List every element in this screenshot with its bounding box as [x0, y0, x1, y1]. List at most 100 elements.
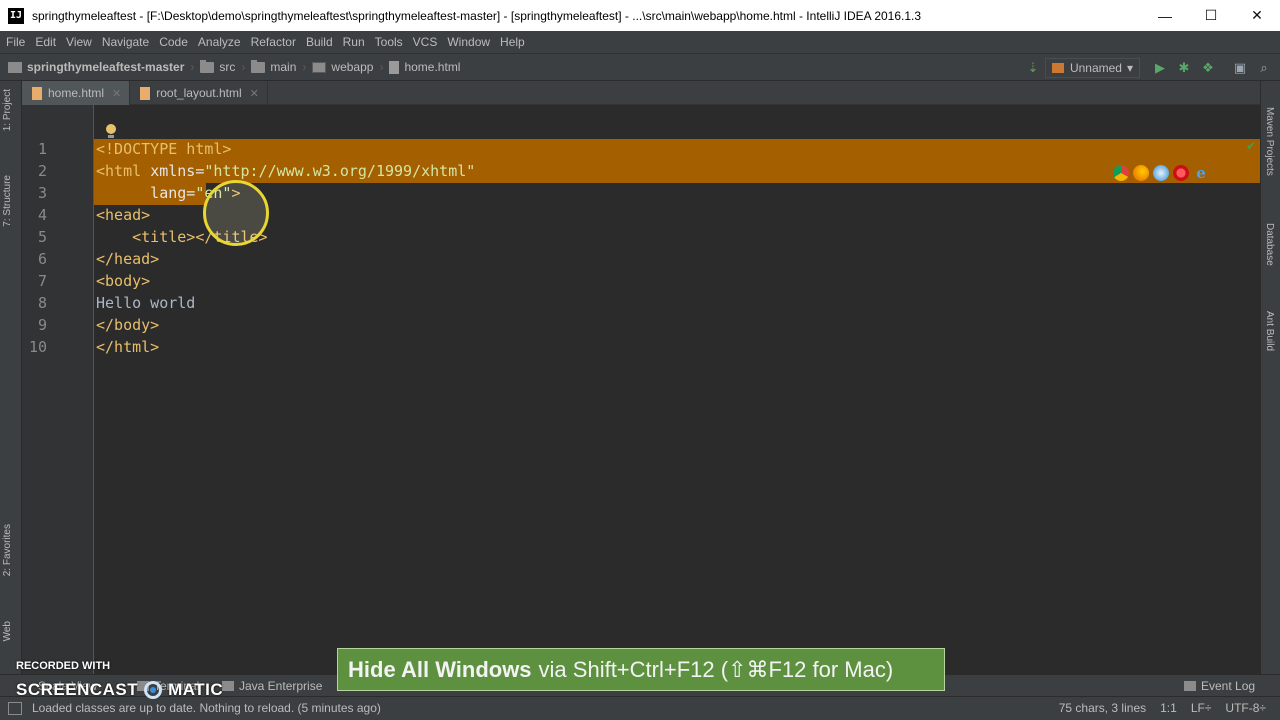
- opera-icon[interactable]: [1173, 165, 1189, 181]
- java-enterprise-icon: [222, 681, 234, 691]
- code-line-9: </body>: [96, 316, 160, 334]
- breadcrumb-separator: ›: [241, 60, 246, 74]
- run-config-select[interactable]: Unnamed ▾: [1044, 58, 1140, 78]
- html-file-icon: [140, 86, 151, 100]
- recorded-with-label: RECORDED WITH: [16, 660, 111, 672]
- chrome-icon[interactable]: [1113, 165, 1129, 181]
- safari-icon[interactable]: [1153, 165, 1169, 181]
- firefox-icon[interactable]: [1133, 165, 1149, 181]
- build-icon[interactable]: ⇣: [1021, 57, 1045, 79]
- code-line-1: <!DOCTYPE html>: [96, 140, 232, 158]
- breadcrumb-src[interactable]: src: [200, 59, 236, 74]
- menu-help[interactable]: Help: [496, 35, 529, 49]
- maximize-button[interactable]: ☐: [1188, 0, 1234, 31]
- tab-label: home.html: [48, 86, 105, 100]
- selection-info: 75 chars, 3 lines: [1058, 701, 1147, 715]
- toggle-tool-windows-icon[interactable]: [8, 702, 22, 715]
- menu-run[interactable]: Run: [339, 35, 369, 49]
- chevron-down-icon: ▾: [1126, 61, 1133, 75]
- hint-shortcut: via Shift+Ctrl+F12 (⇧⌘F12 for Mac): [538, 656, 894, 682]
- line-number: 1: [37, 140, 47, 158]
- code-line-4: <head>: [96, 206, 151, 224]
- structure-tool-tab[interactable]: 7: Structure: [2, 175, 13, 227]
- menu-vcs[interactable]: VCS: [409, 35, 442, 49]
- ant-build-tool-tab[interactable]: Ant Build: [1264, 311, 1275, 351]
- java-enterprise-tool-button[interactable]: Java Enterprise: [222, 679, 322, 693]
- breadcrumb-main[interactable]: main: [251, 59, 297, 74]
- breadcrumb-label: home.html: [404, 60, 461, 74]
- title-bar: IJ springthymeleaftest - [F:\Desktop\dem…: [0, 0, 1280, 31]
- folder-icon: [251, 59, 266, 73]
- record-icon: [144, 681, 163, 699]
- line-number: 6: [37, 250, 47, 268]
- mouse-cursor-highlight: [203, 180, 269, 246]
- menu-code[interactable]: Code: [155, 35, 192, 49]
- tab-home-html[interactable]: home.html ✕: [22, 81, 131, 105]
- menu-navigate[interactable]: Navigate: [98, 35, 153, 49]
- line-number: 2: [37, 162, 47, 180]
- maven-projects-tool-tab[interactable]: Maven Projects: [1264, 107, 1275, 176]
- menu-tools[interactable]: Tools: [371, 35, 407, 49]
- web-tool-tab[interactable]: Web: [2, 621, 13, 641]
- line-separator[interactable]: LF÷: [1191, 701, 1212, 715]
- html-file-icon: [32, 86, 42, 100]
- line-number: 5: [37, 228, 47, 246]
- structure-icon[interactable]: ▣: [1228, 57, 1252, 79]
- line-number: 10: [28, 338, 47, 356]
- status-indicators: 75 chars, 3 lines 1:1 LF÷ UTF-8÷: [1045, 701, 1266, 715]
- caret-position[interactable]: 1:1: [1160, 701, 1177, 715]
- intellij-icon: IJ: [8, 7, 24, 24]
- breadcrumb-label: springthymeleaftest-master: [27, 60, 185, 74]
- database-tool-tab[interactable]: Database: [1264, 223, 1275, 266]
- menu-file[interactable]: File: [2, 35, 29, 49]
- debug-icon[interactable]: ✱: [1172, 57, 1196, 79]
- inspection-ok-icon: ✔: [1245, 139, 1256, 153]
- project-folder-icon: [8, 61, 22, 73]
- menu-refactor[interactable]: Refactor: [247, 35, 300, 49]
- right-tool-stripe: Maven Projects Database Ant Build: [1260, 81, 1280, 694]
- breadcrumb-label: src: [219, 60, 236, 74]
- breadcrumb-separator: ›: [302, 60, 307, 74]
- menu-window[interactable]: Window: [443, 35, 494, 49]
- breadcrumb-label: main: [270, 60, 297, 74]
- event-log-tool-button[interactable]: Event Log: [1184, 679, 1255, 693]
- search-everywhere-icon[interactable]: ⌕: [1252, 57, 1276, 79]
- minimize-button[interactable]: —: [1142, 0, 1188, 31]
- ie-icon[interactable]: e: [1193, 165, 1209, 181]
- close-button[interactable]: ✕: [1234, 0, 1280, 31]
- project-tool-tab[interactable]: 1: Project: [2, 89, 13, 131]
- code-editor[interactable]: 1 2 3 4 5 6 7 8 9 10 <!DOCTYPE html> <ht…: [22, 105, 1260, 694]
- open-in-browser-bar: e: [1109, 163, 1217, 183]
- menu-build[interactable]: Build: [302, 35, 337, 49]
- menu-analyze[interactable]: Analyze: [194, 35, 245, 49]
- navigation-bar: springthymeleaftest-master › src › main …: [0, 53, 1280, 81]
- config-icon: [1051, 63, 1064, 73]
- lightbulb-icon[interactable]: [105, 124, 117, 138]
- file-encoding[interactable]: UTF-8÷: [1225, 701, 1266, 715]
- shortcut-hint-popup: Hide All Windows via Shift+Ctrl+F12 (⇧⌘F…: [337, 648, 945, 691]
- close-icon[interactable]: ✕: [112, 87, 121, 100]
- editor-gutter: 1 2 3 4 5 6 7 8 9 10: [22, 105, 116, 694]
- line-number: 8: [37, 294, 47, 312]
- code-line-8: Hello world: [96, 294, 196, 312]
- breadcrumb-file[interactable]: home.html: [389, 60, 460, 74]
- menu-view[interactable]: View: [62, 35, 96, 49]
- toolbar-right: ⇣ Unnamed ▾ ▶ ✱ ❖ ▣ ⌕: [1021, 54, 1276, 82]
- breadcrumb-webapp[interactable]: webapp: [312, 60, 373, 74]
- editor-tabs: home.html ✕ root_layout.html ✕: [22, 81, 1260, 105]
- close-icon[interactable]: ✕: [250, 87, 259, 100]
- run-icon[interactable]: ▶: [1148, 57, 1172, 79]
- coverage-icon[interactable]: ❖: [1196, 57, 1220, 79]
- breadcrumb-label: webapp: [331, 60, 374, 74]
- folder-icon: [200, 59, 215, 73]
- menu-bar: File Edit View Navigate Code Analyze Ref…: [0, 31, 1280, 53]
- status-message: Loaded classes are up to date. Nothing t…: [32, 701, 381, 715]
- code-line-6: </head>: [96, 250, 160, 268]
- hint-action: Hide All Windows: [348, 656, 532, 682]
- favorites-tool-tab[interactable]: 2: Favorites: [2, 524, 13, 576]
- breadcrumb-project[interactable]: springthymeleaftest-master: [8, 60, 184, 74]
- tab-root-layout-html[interactable]: root_layout.html ✕: [130, 81, 268, 105]
- menu-edit[interactable]: Edit: [31, 35, 60, 49]
- window-title: springthymeleaftest - [F:\Desktop\demo\s…: [32, 8, 922, 23]
- code-line-7: <body>: [96, 272, 151, 290]
